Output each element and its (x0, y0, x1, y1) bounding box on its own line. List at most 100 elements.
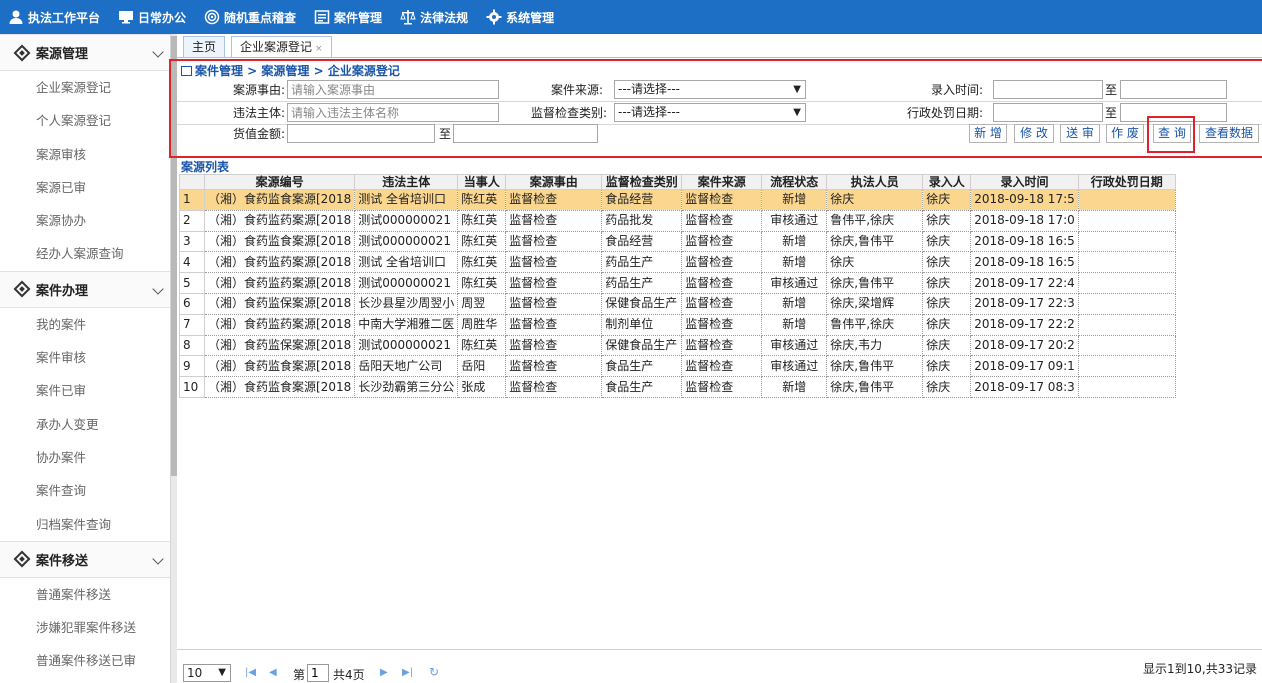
table-row[interactable]: 5 （湘）食药监药案源[2018 测试000000021 陈红英 监督检查 药品生产 监督检… (179, 272, 1176, 294)
sidebar-group-title: 案源管理 (36, 47, 89, 62)
table-cell: 周胜华 (457, 313, 507, 336)
sidebar-item-handler-source-query[interactable]: 经办人案源查询 (0, 237, 170, 270)
sidebar-item-personal-source[interactable]: 个人案源登记 (0, 104, 170, 137)
page-size-select[interactable]: 10 ▼ (183, 664, 231, 682)
sidebar-item-normal-transfer[interactable]: 普通案件移送 (0, 578, 170, 611)
table-row[interactable]: 6 （湘）食药监保案源[2018 长沙县星沙周翌小 周翌 监督检查 保健食品生产 监督检查新… (179, 292, 1176, 315)
sidebar-item-case-review[interactable]: 案件审核 (0, 341, 170, 374)
table-cell: 监督检查 (681, 272, 763, 294)
table-cell: 监督检查 (681, 251, 763, 274)
pager: 10 ▼ |◀ ◀ 第 共4页 ▶ ▶| ↻ 显示1到10,共33记录 (177, 649, 1262, 683)
sidebar-item-handler-change[interactable]: 承办人变更 (0, 408, 170, 441)
next-page-icon[interactable]: ▶ (380, 667, 388, 678)
table-cell: 徐庆 (826, 251, 924, 274)
table-row[interactable]: 7 （湘）食药监药案源[2018 中南大学湘雅二医 周胜华 监督检查 制剂单位 监督检查 新增… (179, 313, 1176, 336)
nav-item-label: 执法工作平台 (28, 10, 101, 25)
table-row[interactable]: 9 （湘）食药监食案源[2018 岳阳天地广公司 岳阳 监督检查 食品生产 监督检查 审核通过… (179, 355, 1176, 378)
page-total: 共4页 (333, 668, 365, 682)
column-header[interactable]: 执法人员 (826, 174, 924, 190)
column-header[interactable]: 录入人 (922, 174, 972, 190)
query-button-highlight (1147, 116, 1195, 153)
prev-page-icon[interactable]: ◀ (269, 667, 277, 678)
sidebar-item-criminal-transfer[interactable]: 涉嫌犯罪案件移送 (0, 611, 170, 644)
table-cell: 徐庆,鲁伟平 (826, 376, 924, 398)
column-header[interactable]: 案源编号 (203, 174, 356, 190)
column-header[interactable]: 案源事由 (505, 174, 603, 190)
refresh-icon[interactable]: ↻ (429, 665, 439, 679)
sidebar-item-case-reviewed[interactable]: 案件已审 (0, 374, 170, 407)
column-header[interactable] (179, 174, 205, 190)
sidebar-item-normal-transfer-reviewed[interactable]: 普通案件移送已审 (0, 644, 170, 677)
table-row[interactable]: 8 （湘）食药监保案源[2018 测试000000021 陈红英 监督检查 保健食品生产监… (179, 334, 1176, 357)
sidebar-item-source-reviewed[interactable]: 案源已审 (0, 171, 170, 204)
nav-item-laws[interactable]: 法律法规 (400, 9, 468, 26)
sidebar-item-my-cases[interactable]: 我的案件 (0, 308, 170, 341)
page-size-value: 10 (187, 666, 203, 680)
nav-item-platform[interactable]: 执法工作平台 (8, 9, 100, 26)
table-cell: 2018-09-18 17:0 (970, 209, 1079, 232)
nav-item-random-inspection[interactable]: 随机重点稽查 (204, 9, 296, 26)
sidebar-group-case-handling[interactable]: 案件办理 (0, 270, 170, 308)
top-nav: 执法工作平台 日常办公 随机重点稽查 案件管理 法律法规 系统管理 (0, 0, 1262, 34)
table-cell: 陈红英 (457, 334, 507, 357)
tab-divider (177, 57, 1262, 58)
row-index: 8 (179, 334, 205, 357)
table-cell: 2018-09-18 16:5 (970, 230, 1079, 253)
table-cell: 徐庆 (826, 189, 924, 211)
sidebar-group-case-transfer[interactable]: 案件移送 (0, 540, 170, 578)
table-row[interactable]: 1 （湘）食药监食案源[2018 测试 全省培训口 陈红英 监督检查 食品经营 监督检查 新增… (179, 189, 1176, 211)
table-cell (1077, 334, 1176, 357)
sidebar-item-source-assist[interactable]: 案源协办 (0, 204, 170, 237)
table-cell (1077, 355, 1176, 378)
table-cell: 徐庆 (922, 334, 972, 357)
column-header[interactable]: 当事人 (457, 174, 507, 190)
table-cell: 徐庆 (922, 376, 972, 398)
column-header[interactable]: 违法主体 (354, 174, 459, 190)
first-page-icon[interactable]: |◀ (245, 667, 256, 678)
column-header[interactable]: 流程状态 (761, 174, 828, 190)
table-cell: 陈红英 (457, 209, 507, 232)
nav-item-label: 日常办公 (138, 10, 187, 25)
table-cell (1077, 272, 1176, 294)
table-cell: 周翌 (457, 292, 507, 315)
sidebar-item-enterprise-source[interactable]: 企业案源登记 (0, 71, 170, 104)
table-row[interactable]: 4 （湘）食药监药案源[2018 测试 全省培训口 陈红英 监督检查 药品生产 监督检查 新增… (179, 251, 1176, 274)
dropdown-arrow-icon: ▼ (218, 667, 226, 678)
tab-enterprise-source[interactable]: 企业案源登记 × (231, 36, 332, 58)
sidebar-item-archived-query[interactable]: 归档案件查询 (0, 508, 170, 541)
table-cell: 2018-09-17 22:2 (970, 313, 1079, 336)
table-row[interactable]: 10 （湘）食药监食案源[2018 长沙劲霸第三分公 张成 监督检查 食品生产 监督检查 新增… (179, 376, 1176, 398)
tab-home[interactable]: 主页 (183, 36, 226, 58)
table-cell: 监督检查 (505, 334, 603, 357)
table-cell: （湘）食药监药案源[2018 (203, 209, 356, 232)
nav-item-case-management[interactable]: 案件管理 (314, 9, 382, 26)
nav-item-system[interactable]: 系统管理 (486, 9, 554, 26)
table-cell: （湘）食药监药案源[2018 (203, 272, 356, 294)
table-cell (1077, 209, 1176, 232)
column-header[interactable]: 录入时间 (970, 174, 1079, 190)
table-cell: 徐庆 (922, 313, 972, 336)
table-cell: 徐庆,梁增辉 (826, 292, 924, 315)
column-header[interactable]: 行政处罚日期 (1077, 174, 1176, 190)
table-row[interactable]: 2 （湘）食药监药案源[2018 测试000000021 陈红英 监督检查 药品批发 监督检… (179, 209, 1176, 232)
table-row[interactable]: 3 （湘）食药监食案源[2018 测试000000021 陈红英 监督检查 食品经营 监督检… (179, 230, 1176, 253)
row-index: 2 (179, 209, 205, 232)
sidebar-item-assist-cases[interactable]: 协办案件 (0, 441, 170, 474)
table-cell: 徐庆,鲁伟平 (826, 355, 924, 378)
table-cell: 徐庆 (922, 189, 972, 211)
sidebar-item-source-review[interactable]: 案源审核 (0, 138, 170, 171)
column-header[interactable]: 监督检查类别 (601, 174, 683, 190)
last-page-icon[interactable]: ▶| (402, 667, 413, 678)
nav-item-office[interactable]: 日常办公 (118, 9, 186, 26)
table-cell: 保健食品生产 (601, 292, 683, 315)
close-icon[interactable]: × (315, 44, 323, 54)
table-cell: 审核通过 (761, 334, 828, 357)
sidebar-group-case-source[interactable]: 案源管理 (0, 34, 170, 71)
column-header[interactable]: 案件来源 (681, 174, 763, 190)
table-cell: （湘）食药监药案源[2018 (203, 313, 356, 336)
sidebar-item-case-query[interactable]: 案件查询 (0, 474, 170, 507)
table-cell: 岳阳 (457, 355, 507, 378)
page-number-input[interactable] (307, 664, 329, 682)
page-prefix: 第 (293, 668, 306, 682)
chevron-down-icon (152, 553, 164, 565)
